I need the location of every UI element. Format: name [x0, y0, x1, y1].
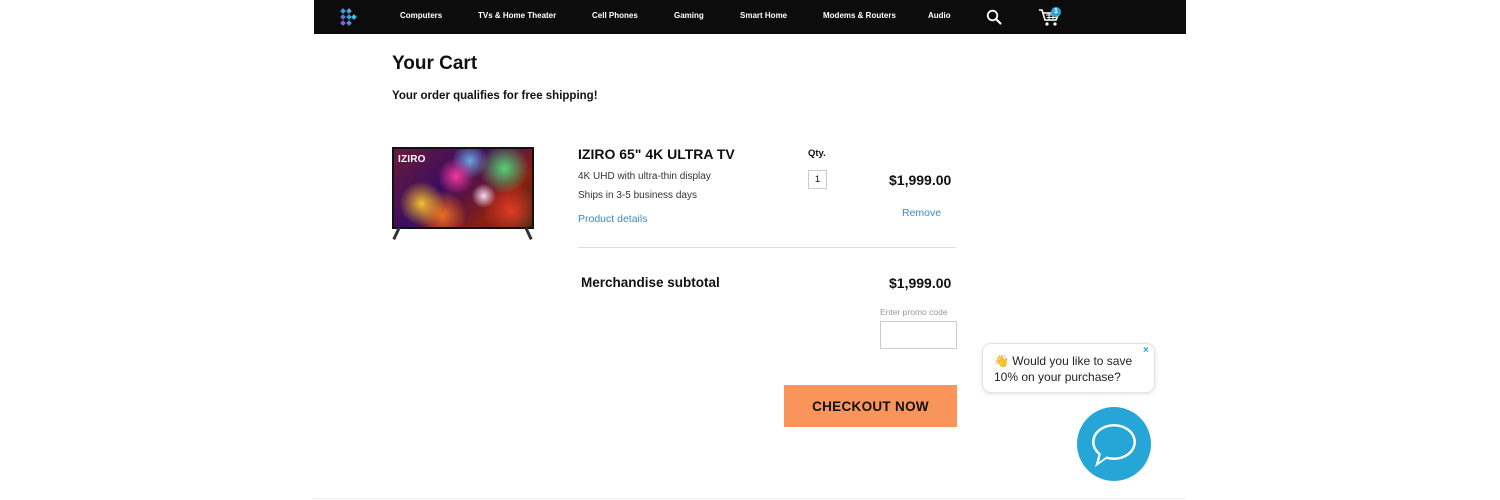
top-nav: Computers TVs & Home Theater Cell Phones… — [314, 0, 1186, 34]
nav-item-computers[interactable]: Computers — [400, 11, 442, 20]
remove-item-link[interactable]: Remove — [902, 207, 941, 219]
chat-promo-text: 👋 Would you like to save 10% on your pur… — [994, 353, 1146, 385]
chat-promo-message: Would you like to save 10% on your purch… — [994, 354, 1133, 384]
cart-count-badge: 1 — [1051, 7, 1061, 17]
chat-promo-bubble[interactable]: 👋 Would you like to save 10% on your pur… — [982, 343, 1155, 393]
product-image[interactable]: IZIRO — [392, 147, 534, 241]
search-icon[interactable] — [986, 9, 1002, 25]
waving-hand-icon: 👋 — [994, 354, 1009, 368]
checkout-button[interactable]: CHECKOUT NOW — [784, 385, 957, 427]
footer-divider — [314, 498, 1186, 499]
product-name: IZIRO 65" 4K ULTRA TV — [578, 146, 735, 162]
quantity-input[interactable]: 1 — [808, 170, 827, 189]
nav-item-modems-routers[interactable]: Modems & Routers — [823, 11, 896, 20]
shipping-estimate: Ships in 3-5 business days — [578, 190, 697, 201]
nav-item-cell-phones[interactable]: Cell Phones — [592, 11, 638, 20]
page-title: Your Cart — [392, 53, 478, 74]
close-icon[interactable]: × — [1143, 345, 1149, 356]
subtotal-value: $1,999.00 — [889, 275, 952, 291]
item-price: $1,999.00 — [889, 172, 952, 188]
chat-bubble-icon — [1092, 424, 1136, 467]
nav-item-smart-home[interactable]: Smart Home — [740, 11, 787, 20]
free-shipping-message: Your order qualifies for free shipping! — [392, 90, 598, 102]
subtotal-label: Merchandise subtotal — [581, 275, 720, 290]
chat-launcher-button[interactable] — [1077, 407, 1151, 481]
promo-code-label: Enter promo code — [880, 307, 948, 317]
nav-item-audio[interactable]: Audio — [928, 11, 951, 20]
promo-code-input[interactable] — [880, 321, 957, 349]
tv-brand-label: IZIRO — [398, 154, 426, 165]
quantity-label: Qty. — [808, 148, 826, 159]
divider — [578, 247, 956, 248]
page: Computers TVs & Home Theater Cell Phones… — [314, 0, 1186, 500]
product-details-link[interactable]: Product details — [578, 213, 647, 225]
nav-item-gaming[interactable]: Gaming — [674, 11, 704, 20]
product-description: 4K UHD with ultra-thin display — [578, 171, 711, 182]
diamond-arrow-logo-icon[interactable] — [338, 7, 358, 27]
nav-item-tvs-home-theater[interactable]: TVs & Home Theater — [478, 11, 556, 20]
